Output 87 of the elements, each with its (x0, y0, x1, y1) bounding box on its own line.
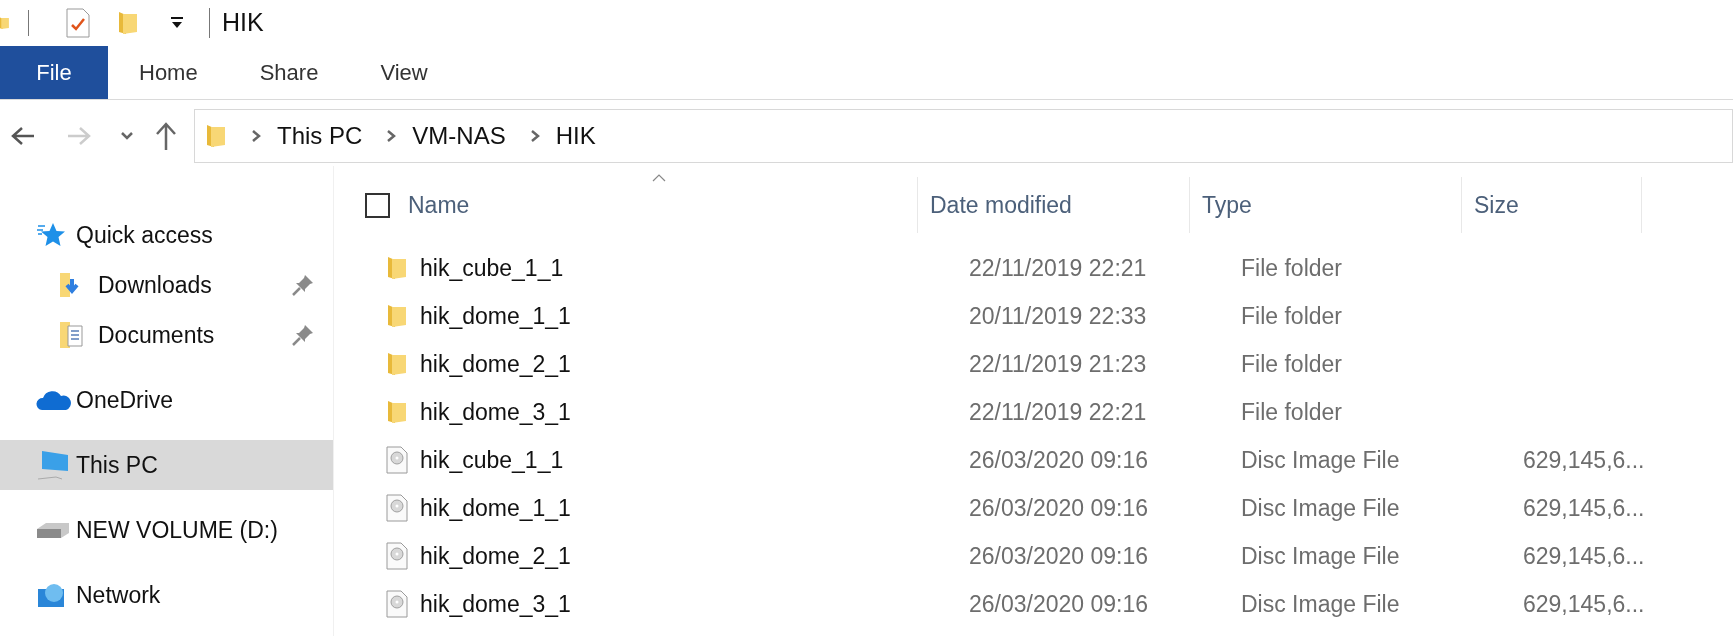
date-modified: 26/03/2020 09:16 (969, 541, 1150, 571)
chevron-down-icon[interactable] (120, 131, 134, 141)
file-type: File folder (1241, 397, 1343, 427)
file-name: hik_dome_1_1 (420, 301, 572, 331)
file-name: hik_dome_2_1 (420, 349, 572, 379)
pin-icon[interactable] (291, 273, 315, 297)
folder-icon (386, 303, 408, 329)
file-row[interactable]: hik_cube_1_1 22/11/2019 22:21 File folder (334, 244, 1733, 292)
sidebar-item[interactable]: Downloads (0, 260, 333, 310)
file-row[interactable]: hik_cube_1_1 26/03/2020 09:16 Disc Image File 629,145,6... (334, 436, 1733, 484)
file-name: hik_dome_2_1 (420, 541, 572, 571)
sidebar-item[interactable]: Quick access (0, 210, 333, 260)
back-arrow-icon[interactable] (10, 125, 36, 147)
sort-caret-icon (652, 174, 666, 182)
file-size: 629,145,6... (1523, 589, 1645, 619)
sidebar-item[interactable]: OneDrive (0, 375, 333, 425)
dropdown-icon[interactable] (169, 17, 185, 29)
file-row[interactable]: hik_dome_2_1 26/03/2020 09:16 Disc Image File 629,145,6... (334, 532, 1733, 580)
file-name: hik_dome_3_1 (420, 397, 572, 427)
disc-image-icon (386, 494, 408, 522)
column-header[interactable]: Date modified (918, 177, 1190, 233)
up-arrow-icon[interactable] (154, 121, 178, 151)
file-type: File folder (1241, 349, 1343, 379)
file-type: Disc Image File (1241, 589, 1401, 619)
computer-icon (36, 449, 70, 481)
date-modified: 22/11/2019 21:23 (969, 349, 1148, 379)
disc-image-icon (386, 590, 408, 618)
column-header[interactable]: Name (390, 177, 918, 233)
chevron-icon (386, 129, 397, 143)
breadcrumb-item[interactable]: This PC (277, 118, 363, 154)
sidebar-label: Downloads (98, 270, 213, 300)
file-row[interactable]: hik_dome_1_1 26/03/2020 09:16 Disc Image File 629,145,6... (334, 484, 1733, 532)
select-all-checkbox[interactable] (365, 192, 390, 218)
column-header[interactable]: Size (1462, 177, 1642, 233)
file-type: File folder (1241, 301, 1343, 331)
date-modified: 22/11/2019 22:21 (969, 397, 1148, 427)
sidebar-label: Documents (98, 320, 216, 350)
file-type: File folder (1241, 253, 1343, 283)
folder-icon (386, 351, 408, 377)
chevron-icon (251, 129, 261, 143)
properties-icon[interactable] (65, 8, 91, 38)
sidebar-label: OneDrive (76, 385, 175, 415)
ribbon-tab[interactable]: File (0, 46, 108, 99)
file-name: hik_cube_1_1 (420, 445, 565, 475)
sidebar-item[interactable]: Network (0, 570, 333, 620)
breadcrumb-item[interactable]: VM-NAS (412, 118, 506, 154)
chevron-icon (529, 129, 540, 143)
pin-icon[interactable] (291, 323, 315, 347)
disc-image-icon (386, 446, 408, 474)
file-type: Disc Image File (1241, 541, 1401, 571)
ribbon-tab[interactable]: Home (108, 46, 229, 99)
file-row[interactable]: hik_dome_3_1 26/03/2020 09:16 Disc Image File 629,145,6... (334, 580, 1733, 628)
sidebar-label: Network (76, 580, 162, 610)
ribbon-tab[interactable]: View (349, 46, 459, 99)
file-size: 629,145,6... (1523, 445, 1645, 475)
sidebar-item[interactable]: This PC (0, 440, 333, 490)
sidebar-label: This PC (76, 450, 159, 480)
folder-icon (386, 255, 408, 281)
ribbon-tab[interactable]: Share (228, 46, 350, 99)
sidebar-item[interactable]: NEW VOLUME (D:) (0, 505, 333, 555)
drive-icon (36, 521, 70, 539)
column-header[interactable]: Type (1190, 177, 1462, 233)
file-row[interactable]: hik_dome_2_1 22/11/2019 21:23 File folder (334, 340, 1733, 388)
file-row[interactable]: hik_dome_1_1 20/11/2019 22:33 File folder (334, 292, 1733, 340)
date-modified: 22/11/2019 22:21 (969, 253, 1148, 283)
sidebar-item[interactable]: Documents (0, 310, 333, 360)
file-type: Disc Image File (1241, 493, 1401, 523)
disc-image-icon (386, 542, 408, 570)
address-bar[interactable]: This PC VM-NAS HIK (194, 109, 1733, 163)
date-modified: 26/03/2020 09:16 (969, 493, 1150, 523)
cloud-icon (36, 388, 72, 412)
file-name: hik_dome_1_1 (420, 493, 572, 523)
folder-icon (386, 399, 408, 425)
file-row[interactable]: hik_dome_3_1 22/11/2019 22:21 File folder (334, 388, 1733, 436)
file-type: Disc Image File (1241, 445, 1401, 475)
document-folder-icon (58, 320, 86, 350)
window-title: HIK (222, 7, 264, 39)
breadcrumb-item[interactable]: HIK (555, 118, 596, 154)
date-modified: 20/11/2019 22:33 (969, 301, 1148, 331)
file-size: 629,145,6... (1523, 493, 1645, 523)
sidebar-label: Quick access (76, 220, 214, 250)
date-modified: 26/03/2020 09:16 (969, 589, 1150, 619)
file-name: hik_cube_1_1 (420, 253, 565, 283)
sidebar-label: NEW VOLUME (D:) (76, 515, 279, 545)
file-size: 629,145,6... (1523, 541, 1645, 571)
file-name: hik_dome_3_1 (420, 589, 572, 619)
date-modified: 26/03/2020 09:16 (969, 445, 1150, 475)
